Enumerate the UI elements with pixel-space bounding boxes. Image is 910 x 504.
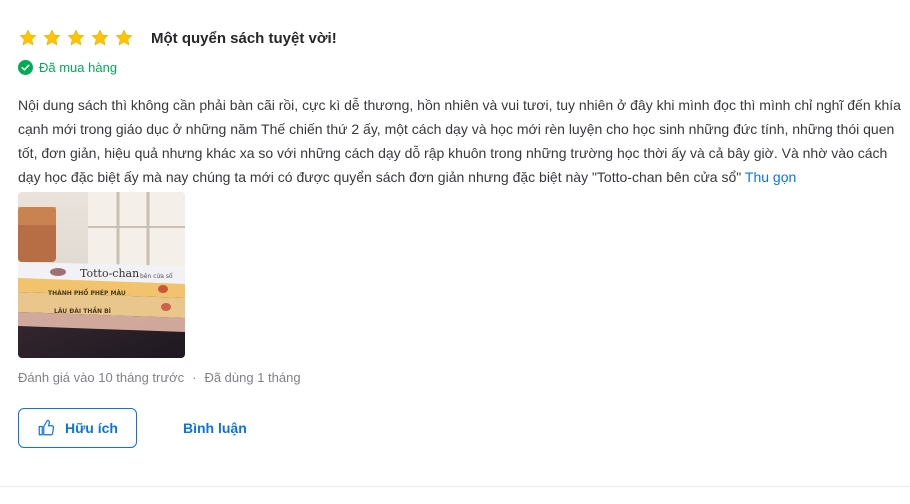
purchased-badge: Đã mua hàng <box>18 60 117 75</box>
book-subtitle-top: bên cửa sổ <box>140 273 173 280</box>
used-time: Đã dùng 1 tháng <box>204 370 301 385</box>
collapse-link[interactable]: Thu gọn <box>745 169 796 185</box>
review-title: Một quyển sách tuyệt vời! <box>151 30 337 47</box>
book-title-top: Totto-chan <box>80 267 139 280</box>
review-meta: Đánh giá vào 10 tháng trước · Đã dùng 1 … <box>18 370 301 385</box>
star-icon <box>91 29 109 46</box>
helpful-button[interactable]: Hữu ích <box>18 408 137 448</box>
review-card: Một quyển sách tuyệt vời! Đã mua hàng Nộ… <box>0 0 910 504</box>
reviewed-time: Đánh giá vào 10 tháng trước <box>18 370 185 385</box>
star-icon <box>115 29 133 46</box>
thumbs-up-icon <box>38 419 55 436</box>
meta-separator: · <box>192 370 197 385</box>
book-stack-photo: Totto-chan bên cửa sổ THÀNH PHỐ PHÉP MÀU… <box>18 192 185 358</box>
purchased-label: Đã mua hàng <box>39 60 118 75</box>
helpful-label: Hữu ích <box>65 420 118 436</box>
star-icon <box>19 29 37 46</box>
rating-stars <box>18 28 134 48</box>
book-title-middle: THÀNH PHỐ PHÉP MÀU <box>48 289 126 297</box>
star-icon <box>43 29 61 46</box>
book-title-bottom: LÂU ĐÀI THẦN BÍ <box>54 306 112 315</box>
divider <box>0 486 910 487</box>
review-photo[interactable]: Totto-chan bên cửa sổ THÀNH PHỐ PHÉP MÀU… <box>18 192 185 358</box>
check-circle-icon <box>18 60 33 75</box>
review-content: Nội dung sách thì không cần phải bàn cãi… <box>18 93 904 189</box>
comment-button[interactable]: Bình luận <box>183 420 247 436</box>
star-icon <box>67 29 85 46</box>
